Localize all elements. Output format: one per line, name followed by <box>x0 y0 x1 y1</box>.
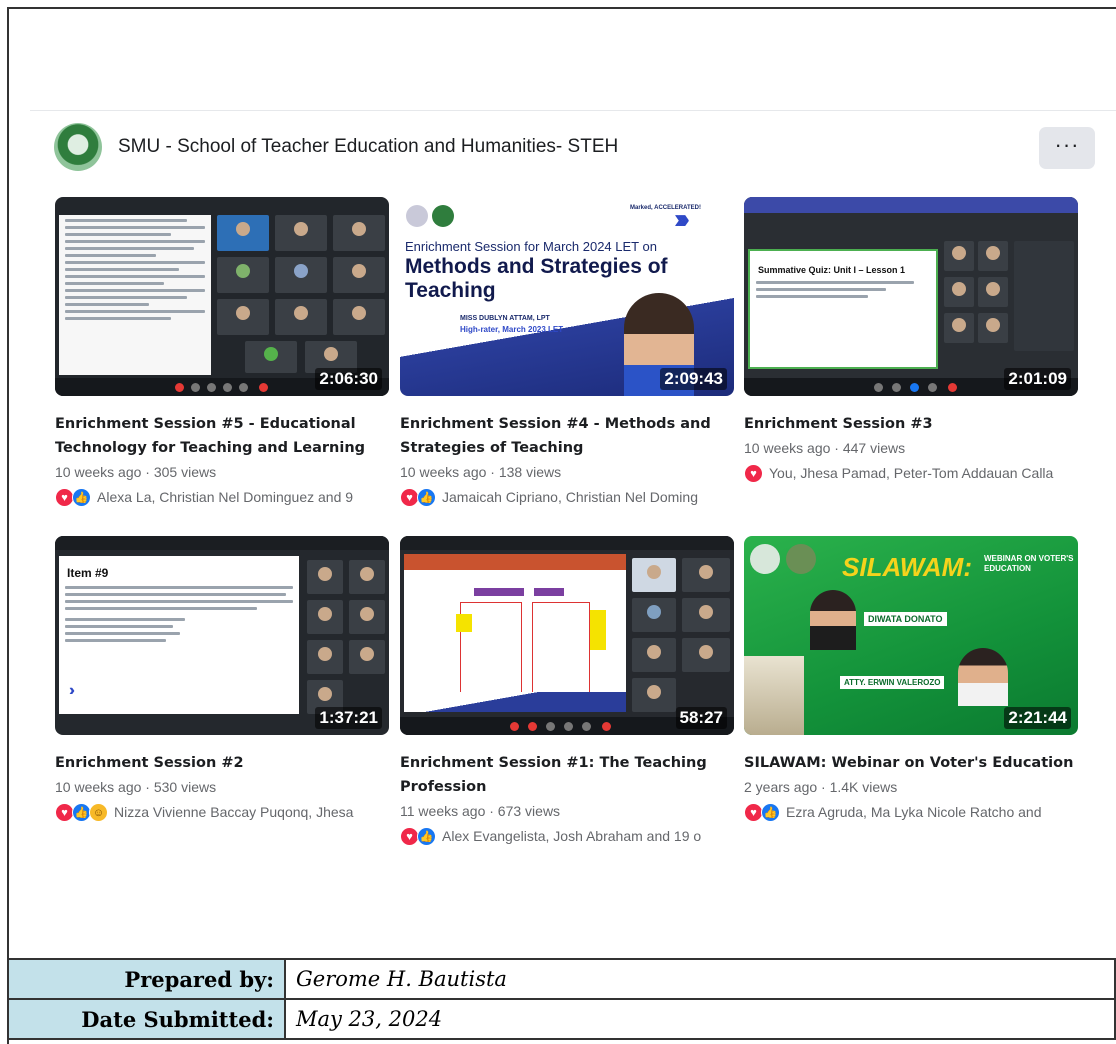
video-meta: 10 weeks ago · 530 views <box>55 779 217 795</box>
video-thumbnail[interactable]: Marked, ACCELERATED! ››› Enrichment Sess… <box>400 197 734 396</box>
video-grid: 2:06:30 Enrichment Session #5 - Educatio… <box>30 183 1116 887</box>
chevrons-icon: ››› <box>69 682 75 699</box>
video-duration: 1:37:21 <box>315 707 382 729</box>
poster-line1: Enrichment Session for March 2024 LET on <box>405 239 657 254</box>
poster-line3: Teaching <box>405 279 496 302</box>
speaker1-photo <box>810 590 856 650</box>
more-options-button[interactable]: ··· <box>1039 127 1095 169</box>
item-heading: Item #9 <box>67 566 109 580</box>
reactors-names: Alexa La, Christian Nel Dominguez and 9 <box>97 489 354 505</box>
video-title[interactable]: SILAWAM: Webinar on Voter's Education <box>744 751 1078 775</box>
love-reaction-icon: ♥ <box>744 463 763 483</box>
reactors-names: Alex Evangelista, Josh Abraham and 19 o <box>442 828 702 844</box>
video-thumbnail[interactable]: Item #9 ››› 1:37:21 <box>55 536 389 735</box>
video-thumbnail[interactable]: 2:06:30 <box>55 197 389 396</box>
video-meta: 10 weeks ago · 447 views <box>744 440 906 456</box>
reactions-row[interactable]: ♥ 👍 Alex Evangelista, Josh Abraham and 1… <box>400 825 734 847</box>
video-title[interactable]: Enrichment Session #1: The Teaching Prof… <box>400 751 734 799</box>
prepared-by-value: Gerome H. Bautista <box>284 958 1116 1000</box>
page-name-link[interactable]: SMU - School of Teacher Education and Hu… <box>118 136 618 158</box>
video-title[interactable]: Enrichment Session #5 - Educational Tech… <box>55 412 389 460</box>
shared-screen-diagram <box>404 554 626 712</box>
date-submitted-label: Date Submitted: <box>7 998 286 1040</box>
video-thumbnail[interactable]: SILAWAM: WEBINAR ON VOTER'S EDUCATION DI… <box>744 536 1078 735</box>
poster-lecturer: MISS DUBLYN ATTAM, LPT <box>460 315 550 322</box>
like-reaction-icon: 👍 <box>761 802 780 822</box>
reactors-names: Nizza Vivienne Baccay Puqonq, Jhesa <box>114 804 354 820</box>
video-duration: 2:09:43 <box>660 368 727 390</box>
submission-info-table: Prepared by: Gerome H. Bautista Date Sub… <box>7 958 1116 1040</box>
video-meta: 10 weeks ago · 305 views <box>55 464 217 480</box>
video-card[interactable]: 58:27 Enrichment Session #1: The Teachin… <box>400 536 734 847</box>
video-title[interactable]: Enrichment Session #4 - Methods and Stra… <box>400 412 734 460</box>
like-reaction-icon: 👍 <box>417 826 436 846</box>
date-submitted-value: May 23, 2024 <box>284 998 1116 1040</box>
prepared-by-label: Prepared by: <box>7 958 286 1000</box>
video-duration: 58:27 <box>675 707 727 729</box>
reactions-row[interactable]: ♥ 👍 ☺ Nizza Vivienne Baccay Puqonq, Jhes… <box>55 801 389 823</box>
care-reaction-icon: ☺ <box>89 802 108 822</box>
department-seal-icon <box>432 205 454 227</box>
speaker2-photo <box>958 648 1008 706</box>
reactions-row[interactable]: ♥ 👍 Alexa La, Christian Nel Dominguez an… <box>55 486 389 508</box>
reactions-row[interactable]: ♥ 👍 Jamaicah Cipriano, Christian Nel Dom… <box>400 486 734 508</box>
video-meta: 10 weeks ago · 138 views <box>400 464 562 480</box>
video-title[interactable]: Enrichment Session #2 <box>55 751 389 775</box>
poster-rank: High-rater, March 2023 LET <box>460 325 564 334</box>
video-meta: 11 weeks ago · 673 views <box>400 803 561 819</box>
video-card[interactable]: SILAWAM: WEBINAR ON VOTER'S EDUCATION DI… <box>744 536 1078 823</box>
video-duration: 2:01:09 <box>1004 368 1071 390</box>
reactors-names: Jamaicah Cipriano, Christian Nel Doming <box>442 489 698 505</box>
page-logo-avatar[interactable] <box>54 123 102 171</box>
silawam-subtitle: WEBINAR ON VOTER'S EDUCATION <box>984 554 1074 573</box>
video-thumbnail[interactable]: Summative Quiz: Unit I – Lesson 1 2:01:0… <box>744 197 1078 396</box>
reactors-names: Ezra Agruda, Ma Lyka Nicole Ratcho and <box>786 804 1042 820</box>
school-seal-icon <box>406 205 428 227</box>
video-meta: 2 years ago · 1.4K views <box>744 779 898 795</box>
shared-screen-item: Item #9 ››› <box>59 556 299 714</box>
shared-screen-document <box>59 215 211 375</box>
speaker1-name: DIWATA DONATO <box>864 612 947 626</box>
poster-line2: Methods and Strategies of <box>405 255 668 278</box>
department-seal-icon <box>786 544 816 574</box>
video-duration: 2:06:30 <box>315 368 382 390</box>
video-card[interactable]: 2:06:30 Enrichment Session #5 - Educatio… <box>55 197 389 508</box>
shared-screen-quiz: Summative Quiz: Unit I – Lesson 1 <box>748 249 938 369</box>
like-reaction-icon: 👍 <box>72 487 91 507</box>
reactors-names: You, Jhesa Pamad, Peter-Tom Addauan Call… <box>769 465 1054 481</box>
video-title[interactable]: Enrichment Session #3 <box>744 412 1078 436</box>
reactions-row[interactable]: ♥ You, Jhesa Pamad, Peter-Tom Addauan Ca… <box>744 462 1078 484</box>
video-card[interactable]: Marked, ACCELERATED! ››› Enrichment Sess… <box>400 197 734 508</box>
video-thumbnail[interactable]: 58:27 <box>400 536 734 735</box>
quiz-heading: Summative Quiz: Unit I – Lesson 1 <box>758 265 906 275</box>
video-card[interactable]: Item #9 ››› 1:37:21 Enrichment Session #… <box>55 536 389 823</box>
silawam-title: SILAWAM: <box>842 552 972 582</box>
page-header: SMU - School of Teacher Education and Hu… <box>30 110 1116 184</box>
school-seal-icon <box>750 544 780 574</box>
video-card[interactable]: Summative Quiz: Unit I – Lesson 1 2:01:0… <box>744 197 1078 484</box>
building-photo <box>744 656 804 735</box>
speaker2-name: ATTY. ERWIN VALEROZO <box>840 676 945 689</box>
reactions-row[interactable]: ♥ 👍 Ezra Agruda, Ma Lyka Nicole Ratcho a… <box>744 801 1078 823</box>
poster-tagline: Marked, ACCELERATED! <box>630 205 702 211</box>
chevrons-icon: ››› <box>674 203 690 234</box>
facebook-videos-screenshot: SMU - School of Teacher Education and Hu… <box>30 110 1116 887</box>
video-duration: 2:21:44 <box>1004 707 1071 729</box>
like-reaction-icon: 👍 <box>417 487 436 507</box>
